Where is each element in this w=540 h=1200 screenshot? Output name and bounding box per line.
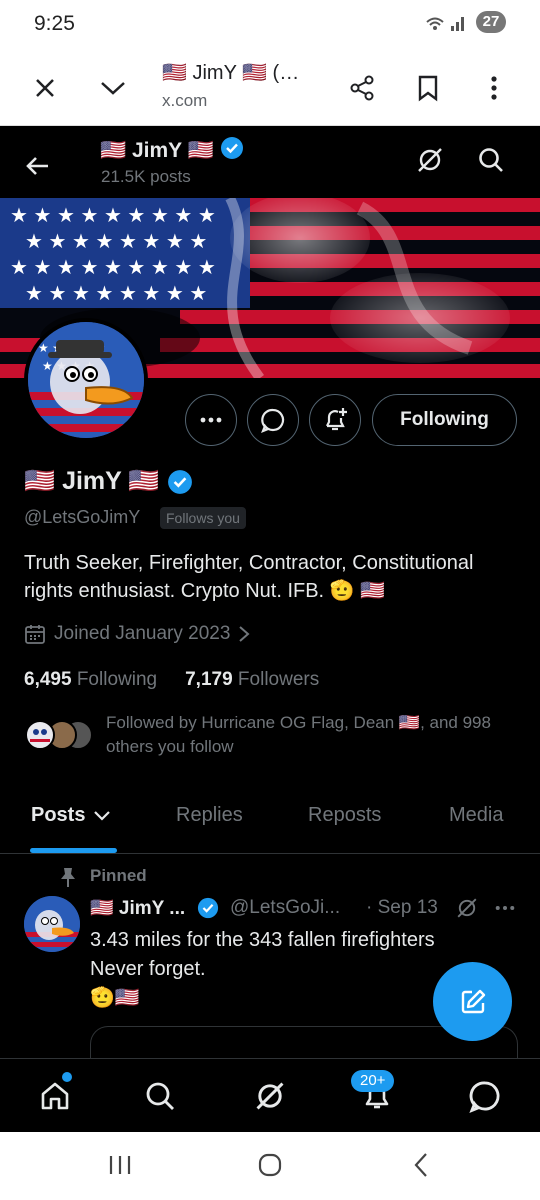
grok-icon[interactable] [250,1076,290,1116]
verified-badge-icon [197,897,219,919]
verified-badge-icon [167,469,193,495]
tab-media[interactable]: Media [449,804,503,827]
svg-text:★ ★ ★ ★ ★ ★ ★ ★: ★ ★ ★ ★ ★ ★ ★ ★ [25,231,207,253]
tab-reposts[interactable]: Reposts [308,804,381,827]
pinned-label: Pinned [90,866,147,885]
home-unread-dot [62,1072,72,1082]
follow-stats: 6,495 Following 7,179 Followers [24,669,319,691]
message-button[interactable] [247,394,299,446]
browser-page-title: 🇺🇸 JimY 🇺🇸 (… [162,62,300,84]
profile-tabs: Posts Replies Reposts Media [0,790,540,854]
status-time: 9:25 [34,12,75,35]
grok-icon[interactable] [447,888,487,928]
profile-bio: Truth Seeker, Firefighter, Contractor, C… [24,552,474,602]
recent-apps-icon[interactable] [108,1154,132,1181]
share-icon[interactable] [342,68,382,108]
notify-bell-button[interactable] [309,394,361,446]
more-vert-icon[interactable] [474,68,514,108]
chevron-down-icon[interactable] [93,68,133,108]
post-text: 3.43 miles for the 343 fallen firefighte… [90,926,490,1013]
followers-count: 7,179 [185,669,233,690]
search-icon[interactable] [471,140,511,180]
header-name-text: 🇺🇸 JimY 🇺🇸 [100,139,214,162]
system-back-icon[interactable] [413,1152,429,1183]
bookmark-icon[interactable] [408,68,448,108]
pin-icon [58,866,78,893]
battery-indicator: 27 [476,11,506,33]
calendar-icon [24,623,46,645]
back-arrow-icon[interactable] [20,148,56,184]
grok-icon[interactable] [410,140,450,180]
chevron-down-icon [93,810,111,822]
followers-label: Followers [237,669,320,690]
chevron-right-icon [238,625,250,643]
followed-by-text[interactable]: Followed by Hurricane OG Flag, Dean 🇺🇸, … [106,711,506,759]
browser-toolbar: 🇺🇸 JimY 🇺🇸 (… x.com [0,46,540,126]
following-label: Following [76,669,158,690]
following-stat[interactable]: 6,495 Following [24,669,157,691]
tab-replies[interactable]: Replies [176,804,243,827]
compose-post-button[interactable] [433,962,512,1041]
profile-avatar[interactable]: ★ ★ ★ ★ ★★ ★ ★ ★ [24,318,148,442]
search-icon[interactable] [140,1076,180,1116]
following-button[interactable]: Following [372,394,517,446]
svg-text:★ ★ ★ ★ ★ ★ ★ ★: ★ ★ ★ ★ ★ ★ ★ ★ [25,283,207,305]
post-text-line: 🫡🇺🇸 [90,987,140,1009]
post-author-name-text: 🇺🇸 JimY ... [90,898,186,919]
post-text-line: 3.43 miles for the 343 fallen firefighte… [90,929,435,951]
more-options-button[interactable] [185,394,237,446]
mutual-followers-avatars[interactable] [24,719,94,751]
joined-date[interactable]: Joined January 2023 [24,623,250,645]
header-name: 🇺🇸 JimY 🇺🇸 [100,136,244,166]
profile-top-bar [0,126,540,198]
post-date[interactable]: · Sep 13 [366,897,438,919]
home-circle-icon[interactable] [257,1152,283,1183]
followers-stat[interactable]: 7,179 Followers [185,669,319,691]
home-icon[interactable] [35,1076,75,1116]
messages-icon[interactable] [465,1076,505,1116]
compose-icon [461,989,485,1013]
joined-text: Joined January 2023 [54,623,231,644]
system-navigation-bar [0,1132,540,1200]
tab-posts[interactable]: Posts [31,804,111,827]
verified-badge-icon [220,136,244,166]
svg-text:★ ★ ★ ★ ★ ★ ★ ★ ★: ★ ★ ★ ★ ★ ★ ★ ★ ★ [10,257,216,279]
signal-icon [425,14,469,37]
browser-url: x.com [162,91,208,110]
following-count: 6,495 [24,669,72,690]
post-author-handle[interactable]: @LetsGoJi... [230,897,340,919]
active-tab-indicator [30,848,117,853]
profile-handle: @LetsGoJimY [24,507,141,527]
display-name-text: 🇺🇸 JimY 🇺🇸 [24,467,160,495]
svg-text:★ ★ ★ ★ ★ ★ ★ ★ ★: ★ ★ ★ ★ ★ ★ ★ ★ ★ [10,205,216,227]
post-author-name[interactable]: 🇺🇸 JimY ... [90,896,219,920]
post-more-icon[interactable] [485,888,525,928]
follows-you-badge: Follows you [160,507,246,529]
display-name: 🇺🇸 JimY 🇺🇸 [24,467,193,496]
close-tab-icon[interactable] [25,68,65,108]
post-text-line: Never forget. [90,958,206,980]
post-avatar[interactable] [24,896,80,952]
status-bar: 9:25 27 [0,0,540,46]
notifications-badge: 20+ [351,1070,395,1092]
tab-posts-label: Posts [31,804,86,826]
post-count: 21.5K posts [101,167,191,186]
